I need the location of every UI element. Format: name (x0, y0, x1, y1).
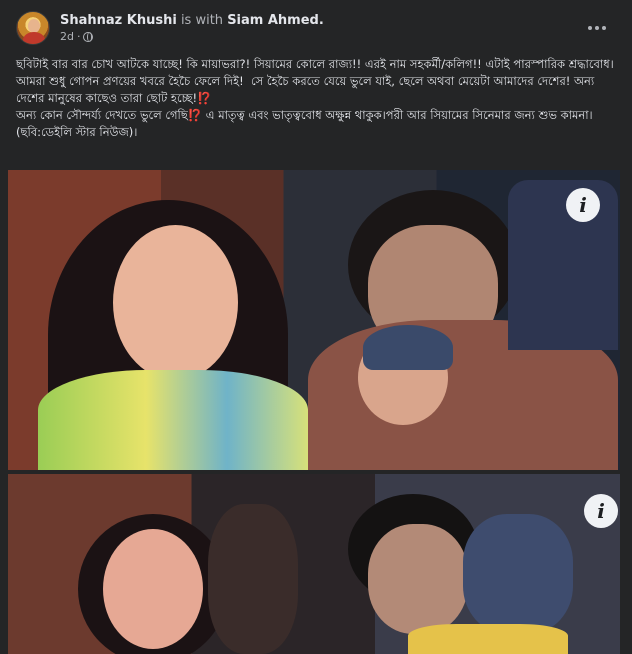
author-line: Shahnaz Khushi is with Siam Ahmed. (60, 12, 324, 29)
photo2-woman-face (103, 529, 203, 649)
with-text: is with (180, 13, 224, 28)
post-header: Shahnaz Khushi is with Siam Ahmed. 2d · (16, 8, 616, 48)
post-time[interactable]: 2d (60, 29, 74, 44)
author-avatar[interactable] (16, 11, 50, 45)
photo2-man-face (368, 524, 468, 634)
more-options-icon[interactable] (584, 18, 610, 38)
photo-woman-dress (38, 370, 308, 470)
info-icon[interactable]: i (584, 494, 618, 528)
post-subline: 2d · (60, 29, 324, 44)
post-photo-1[interactable]: i (8, 170, 620, 470)
photo-background-person (508, 180, 618, 350)
facebook-post: Shahnaz Khushi is with Siam Ahmed. 2d · … (0, 0, 632, 654)
separator-dot: · (76, 30, 81, 43)
info-icon[interactable]: i (566, 188, 600, 222)
photo2-baby-hood (463, 514, 573, 634)
globe-icon[interactable] (83, 31, 94, 42)
post-meta: Shahnaz Khushi is with Siam Ahmed. 2d · (60, 12, 324, 44)
tagged-person[interactable]: Siam Ahmed. (227, 13, 324, 28)
photo2-man-behind (208, 504, 298, 654)
post-paragraph-3: অন্য কোন সৌন্দর্য্য দেখতে ভুলে গেছি⁉️ এ … (16, 108, 593, 139)
post-paragraph-1: ছবিটাই বার বার চোখ আটকে যাচ্ছে! কি মায়া… (16, 57, 614, 71)
photo-baby-cap (363, 325, 453, 370)
photo2-baby-clothes (408, 624, 568, 654)
post-paragraph-2: আমরা শুধু গোপন প্রণয়ের খবরে হৈচৈ ফেলে দ… (16, 74, 598, 105)
post-text: ছবিটাই বার বার চোখ আটকে যাচ্ছে! কি মায়া… (16, 56, 620, 141)
author-name[interactable]: Shahnaz Khushi (60, 13, 177, 28)
photo-woman-face (113, 225, 238, 380)
post-photo-2[interactable]: i (8, 474, 620, 654)
